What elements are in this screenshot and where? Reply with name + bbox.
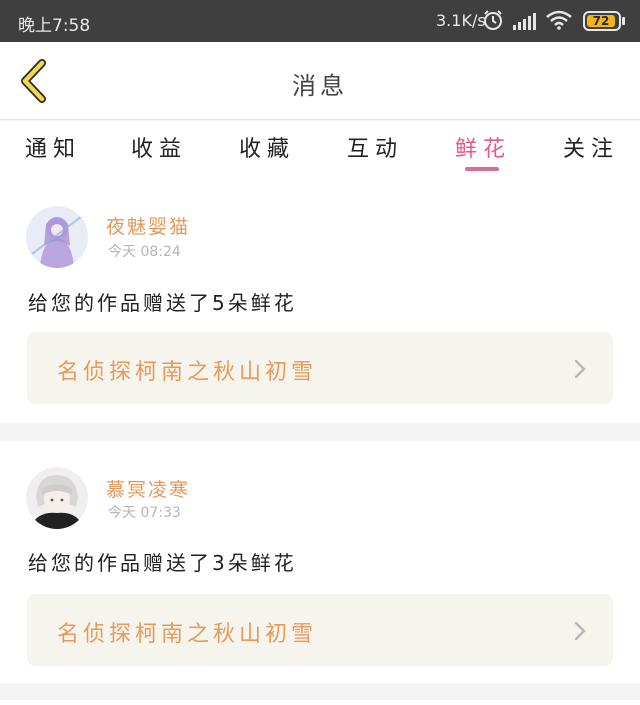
nav-bar: 消息 xyxy=(0,42,640,120)
signal-icon xyxy=(513,13,536,30)
tab-label: 互动 xyxy=(346,137,403,162)
status-net-speed: 3.1K/s xyxy=(436,11,486,30)
next-card-edge xyxy=(0,700,640,705)
timestamp: 今天 07:33 xyxy=(108,505,181,521)
username[interactable]: 夜魅婴猫 xyxy=(106,212,190,239)
work-link-button[interactable]: 名侦探柯南之秋山初雪 xyxy=(27,332,613,404)
page-title: 消息 xyxy=(292,72,348,100)
tab-label: 收藏 xyxy=(238,137,295,162)
tab-favorites[interactable]: 收藏 xyxy=(222,131,312,163)
tab-following[interactable]: 关注 xyxy=(546,131,636,163)
tab-label: 鲜花 xyxy=(454,137,511,162)
chevron-right-icon xyxy=(574,359,586,379)
alarm-icon xyxy=(484,10,502,30)
timestamp: 今天 08:24 xyxy=(108,244,181,260)
tab-label: 关注 xyxy=(562,137,619,162)
tab-notifications[interactable]: 通知 xyxy=(8,131,98,163)
tab-bar: 通知 收益 收藏 互动 鲜花 关注 xyxy=(0,121,640,179)
battery-icon: 72 xyxy=(583,11,625,31)
tab-earnings[interactable]: 收益 xyxy=(114,131,204,163)
tab-label: 通知 xyxy=(24,137,81,162)
avatar[interactable] xyxy=(26,467,88,529)
active-tab-indicator xyxy=(465,167,499,171)
status-time: 晚上7:58 xyxy=(18,16,91,36)
chevron-right-icon xyxy=(574,621,586,641)
status-bar: 晚上7:58 3.1K/s 72 xyxy=(0,0,640,42)
work-title: 名侦探柯南之秋山初雪 xyxy=(57,360,318,385)
work-title: 名侦探柯南之秋山初雪 xyxy=(57,622,318,647)
username[interactable]: 慕冥凌寒 xyxy=(106,475,190,502)
message-text: 给您的作品赠送了5朵鲜花 xyxy=(28,291,297,315)
message-card: 夜魅婴猫 今天 08:24 给您的作品赠送了5朵鲜花 名侦探柯南之秋山初雪 xyxy=(0,179,640,423)
tab-interactions[interactable]: 互动 xyxy=(330,131,420,163)
tab-label: 收益 xyxy=(130,137,187,162)
avatar[interactable] xyxy=(26,206,88,268)
wifi-icon xyxy=(546,10,572,30)
message-text: 给您的作品赠送了3朵鲜花 xyxy=(28,551,297,575)
battery-level: 72 xyxy=(592,14,610,28)
message-card: 慕冥凌寒 今天 07:33 给您的作品赠送了3朵鲜花 名侦探柯南之秋山初雪 xyxy=(0,441,640,683)
work-link-button[interactable]: 名侦探柯南之秋山初雪 xyxy=(27,594,613,666)
tab-flowers[interactable]: 鲜花 xyxy=(438,131,528,171)
